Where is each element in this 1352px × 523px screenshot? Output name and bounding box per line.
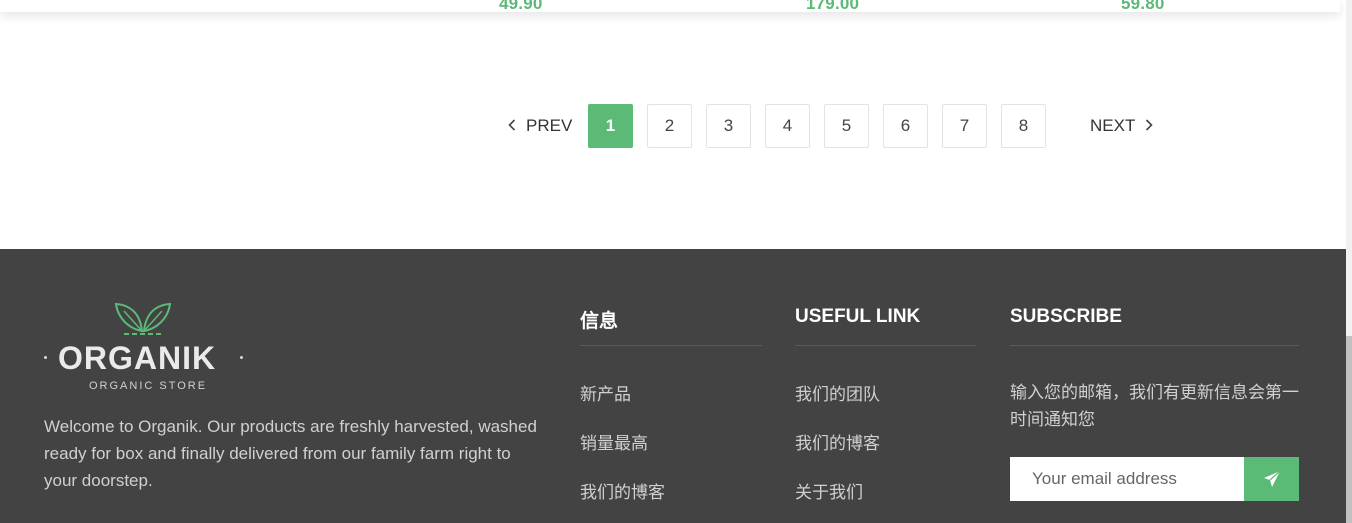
page-button-6[interactable]: 6 (883, 104, 928, 148)
logo-wordmark: ORGANIK (58, 340, 217, 376)
footer-subscribe-title: SUBSCRIBE (1010, 304, 1299, 346)
leaf-logo-icon (114, 302, 172, 335)
footer-link-about[interactable]: 关于我们 (795, 478, 976, 523)
product-grid-bottom: 49.90 179.00 59.80 (0, 0, 1340, 13)
product-price: 49.90 (499, 0, 543, 13)
next-label: NEXT (1090, 116, 1136, 135)
prev-label: PREV (526, 116, 573, 135)
pagination: PREV 1 2 3 4 5 6 7 8 NEXT (508, 104, 1153, 148)
subscribe-button[interactable] (1244, 457, 1299, 501)
page-button-4[interactable]: 4 (765, 104, 810, 148)
footer-subscribe-column: SUBSCRIBE 输入您的邮箱，我们有更新信息会第一时间通知您 (1010, 304, 1299, 501)
footer-link-team[interactable]: 我们的团队 (795, 380, 976, 429)
footer-link-our-blog[interactable]: 我们的博客 (795, 429, 976, 478)
footer-link-best-sellers[interactable]: 销量最高 (580, 429, 762, 478)
page-button-1[interactable]: 1 (588, 104, 633, 148)
prev-page-button[interactable]: PREV (508, 116, 588, 136)
product-price: 59.80 (1121, 0, 1165, 13)
footer-useful-column: USEFUL LINK 我们的团队 我们的博客 关于我们 (795, 304, 976, 523)
subscribe-description: 输入您的邮箱，我们有更新信息会第一时间通知您 (1010, 383, 1299, 429)
chevron-right-icon (1145, 118, 1153, 135)
page-scrollbar[interactable] (1346, 0, 1352, 523)
scrollbar-thumb[interactable] (1346, 336, 1352, 523)
page-button-3[interactable]: 3 (706, 104, 751, 148)
site-footer: ORGANIK ORGANIC STORE Welcome to Organik… (0, 249, 1346, 523)
email-field[interactable] (1010, 457, 1244, 501)
footer-link-blog[interactable]: 我们的博客 (580, 478, 762, 523)
footer-info-column: 信息 新产品 销量最高 我们的博客 (580, 304, 762, 523)
page-button-7[interactable]: 7 (942, 104, 987, 148)
chevron-left-icon (508, 118, 516, 135)
page-button-2[interactable]: 2 (647, 104, 692, 148)
footer-info-title: 信息 (580, 304, 762, 346)
paper-plane-icon (1263, 470, 1280, 487)
subscribe-form (1010, 457, 1299, 501)
product-price: 179.00 (806, 0, 860, 13)
footer-useful-title: USEFUL LINK (795, 304, 976, 346)
footer-link-new-products[interactable]: 新产品 (580, 380, 762, 429)
organik-logo[interactable]: ORGANIK ORGANIC STORE (44, 301, 244, 393)
logo-tagline: ORGANIC STORE (89, 380, 208, 392)
footer-about-text: Welcome to Organik. Our products are fre… (44, 417, 537, 490)
page-button-8[interactable]: 8 (1001, 104, 1046, 148)
page-button-5[interactable]: 5 (824, 104, 869, 148)
next-page-button[interactable]: NEXT (1090, 116, 1153, 136)
